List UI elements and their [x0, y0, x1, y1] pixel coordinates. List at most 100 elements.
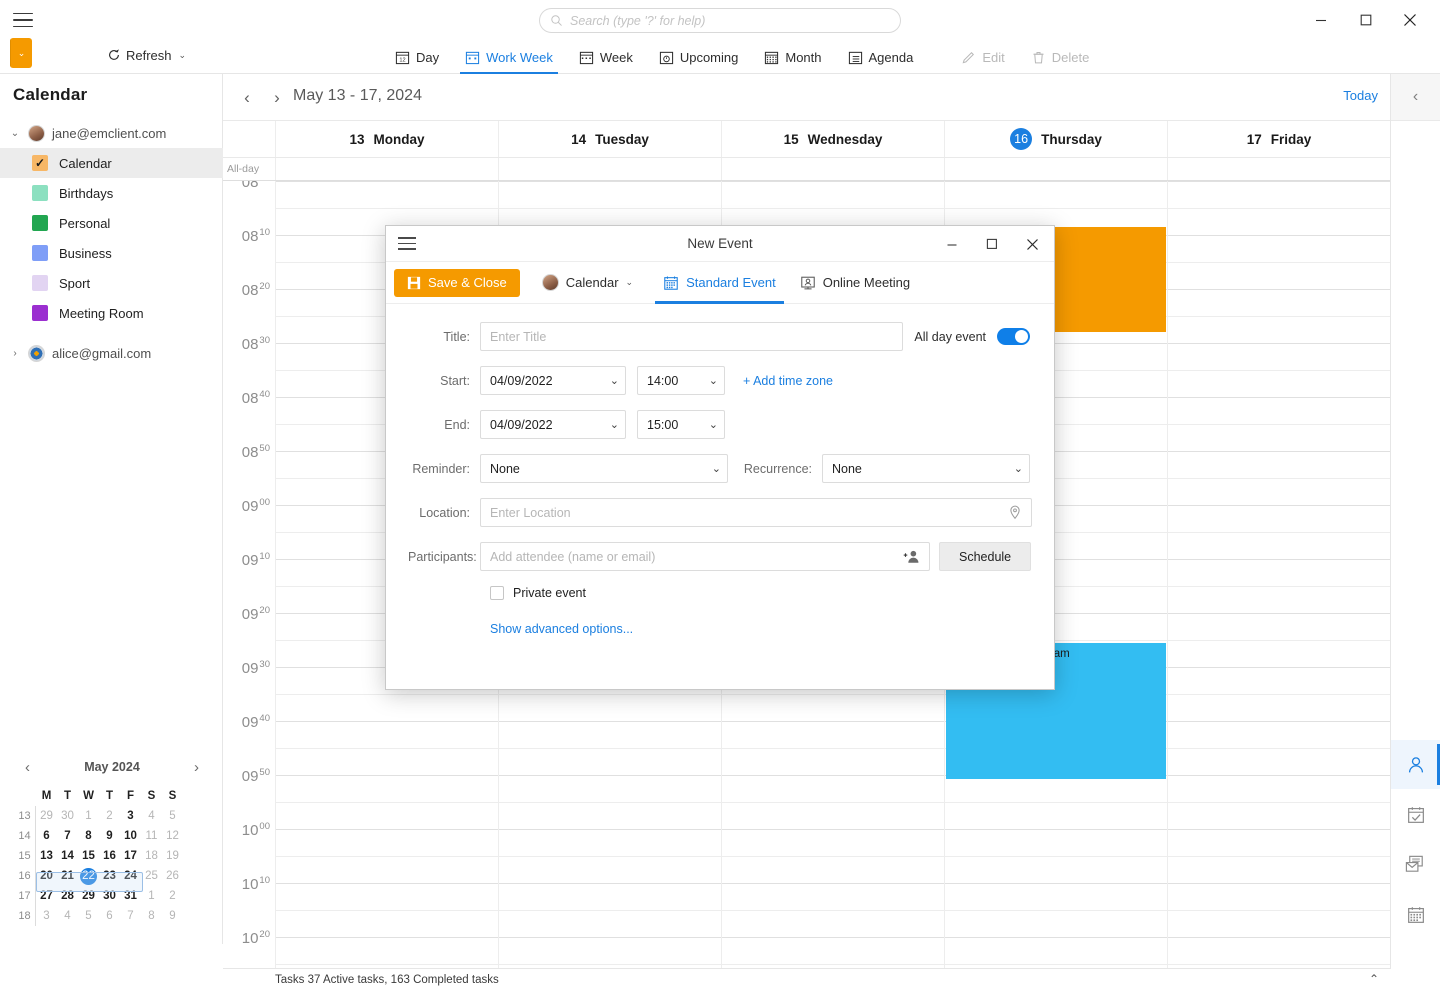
- mini-day[interactable]: 1: [141, 886, 162, 906]
- status-expand-icon[interactable]: ⌃: [1369, 972, 1379, 986]
- mini-day[interactable]: 23: [99, 866, 120, 886]
- dialog-minimize-button[interactable]: [932, 226, 972, 262]
- all-day-cell-wednesday[interactable]: [721, 158, 944, 180]
- mini-day[interactable]: 3: [120, 806, 141, 826]
- start-date-select[interactable]: 04/09/2022 ⌄: [480, 366, 626, 395]
- mini-day[interactable]: 16: [99, 846, 120, 866]
- mini-calendar-prev[interactable]: ‹: [18, 759, 37, 776]
- mini-day[interactable]: 6: [99, 906, 120, 926]
- all-day-cell-tuesday[interactable]: [498, 158, 721, 180]
- dialog-maximize-button[interactable]: [972, 226, 1012, 262]
- recurrence-select[interactable]: None ⌄: [822, 454, 1030, 483]
- mini-day[interactable]: 27: [36, 886, 57, 906]
- mini-day[interactable]: 3: [36, 906, 57, 926]
- sidebar-item-calendar[interactable]: ✓ Calendar: [0, 148, 223, 178]
- search-input[interactable]: Search (type '?' for help): [539, 8, 901, 33]
- tab-agenda[interactable]: Agenda: [835, 40, 927, 74]
- mini-day[interactable]: 14: [57, 846, 78, 866]
- mini-day[interactable]: 15: [78, 846, 99, 866]
- mini-day[interactable]: 20: [36, 866, 57, 886]
- show-advanced-options-link[interactable]: Show advanced options...: [408, 622, 1032, 636]
- sidebar-item-business[interactable]: Business: [0, 238, 223, 268]
- mini-calendar-next[interactable]: ›: [187, 759, 206, 776]
- mini-day[interactable]: 26: [162, 866, 183, 886]
- dialog-close-button[interactable]: [1012, 226, 1052, 262]
- mini-day[interactable]: 6: [36, 826, 57, 846]
- end-date-select[interactable]: 04/09/2022 ⌄: [480, 410, 626, 439]
- reminder-select[interactable]: None ⌄: [480, 454, 728, 483]
- rail-calendar-panel[interactable]: [1391, 890, 1440, 939]
- all-day-cell-friday[interactable]: [1167, 158, 1390, 180]
- tab-upcoming[interactable]: Upcoming: [646, 40, 752, 74]
- rail-tasks-panel[interactable]: [1391, 790, 1440, 839]
- day-header-tuesday[interactable]: 14 Tuesday: [498, 121, 721, 157]
- private-event-checkbox[interactable]: [490, 586, 504, 600]
- mini-day[interactable]: 8: [78, 826, 99, 846]
- all-day-cell-monday[interactable]: [275, 158, 498, 180]
- end-time-select[interactable]: 15:00 ⌄: [637, 410, 725, 439]
- mini-day-today[interactable]: 22: [78, 866, 99, 886]
- mini-day[interactable]: 12: [162, 826, 183, 846]
- mini-day[interactable]: 7: [120, 906, 141, 926]
- today-button[interactable]: Today: [1343, 88, 1378, 103]
- sidebar-item-birthdays[interactable]: Birthdays: [0, 178, 223, 208]
- day-header-monday[interactable]: 13 Monday: [275, 121, 498, 157]
- window-close-button[interactable]: [1387, 0, 1432, 40]
- tab-online-meeting[interactable]: Online Meeting: [788, 262, 922, 304]
- mini-day[interactable]: 21: [57, 866, 78, 886]
- mini-day[interactable]: 2: [99, 806, 120, 826]
- account-jane[interactable]: ⌄ jane@emclient.com: [0, 121, 223, 145]
- schedule-button[interactable]: Schedule: [939, 542, 1031, 571]
- all-day-cell-thursday[interactable]: [944, 158, 1167, 180]
- rail-contacts-panel[interactable]: [1391, 740, 1440, 789]
- new-button[interactable]: + New ⌄: [10, 38, 32, 68]
- mini-day[interactable]: 29: [78, 886, 99, 906]
- tab-standard-event[interactable]: Standard Event: [651, 262, 788, 304]
- new-button-dropdown[interactable]: ⌄: [10, 38, 32, 68]
- mini-day[interactable]: 5: [162, 806, 183, 826]
- window-minimize-button[interactable]: [1298, 0, 1343, 40]
- main-menu-icon[interactable]: [10, 8, 36, 32]
- day-column-friday[interactable]: [1167, 181, 1390, 968]
- day-header-thursday[interactable]: 16 Thursday: [944, 121, 1167, 157]
- mini-day[interactable]: 4: [141, 806, 162, 826]
- sidebar-item-sport[interactable]: Sport: [0, 268, 223, 298]
- mini-day[interactable]: 29: [36, 806, 57, 826]
- mini-day[interactable]: 2: [162, 886, 183, 906]
- refresh-button[interactable]: Refresh ⌄: [103, 44, 190, 66]
- mini-day[interactable]: 30: [99, 886, 120, 906]
- mini-day[interactable]: 9: [99, 826, 120, 846]
- prev-period-button[interactable]: ‹: [235, 86, 259, 110]
- account-alice[interactable]: › alice@gmail.com: [0, 341, 223, 365]
- mini-day[interactable]: 25: [141, 866, 162, 886]
- day-header-wednesday[interactable]: 15 Wednesday: [721, 121, 944, 157]
- tab-day[interactable]: 12 Day: [382, 40, 452, 74]
- sidebar-item-meeting-room[interactable]: Meeting Room: [0, 298, 223, 328]
- mini-day[interactable]: 18: [141, 846, 162, 866]
- next-period-button[interactable]: ›: [265, 86, 289, 110]
- add-time-zone-link[interactable]: + Add time zone: [743, 374, 833, 388]
- sidebar-item-personal[interactable]: Personal: [0, 208, 223, 238]
- mini-day[interactable]: 19: [162, 846, 183, 866]
- tab-week[interactable]: Week: [566, 40, 646, 74]
- mini-day[interactable]: 11: [141, 826, 162, 846]
- location-input[interactable]: Enter Location: [480, 498, 1032, 527]
- mini-day[interactable]: 10: [120, 826, 141, 846]
- tab-work-week[interactable]: Work Week: [452, 40, 566, 74]
- rail-mail-panel[interactable]: [1391, 840, 1440, 889]
- collapse-panel-button[interactable]: ‹: [1391, 74, 1440, 121]
- mini-day[interactable]: 5: [78, 906, 99, 926]
- start-time-select[interactable]: 14:00 ⌄: [637, 366, 725, 395]
- mini-day[interactable]: 7: [57, 826, 78, 846]
- tab-month[interactable]: Month: [751, 40, 834, 74]
- mini-day[interactable]: 30: [57, 806, 78, 826]
- calendar-picker-button[interactable]: Calendar ⌄: [532, 268, 643, 298]
- mini-day[interactable]: 28: [57, 886, 78, 906]
- all-day-event-toggle[interactable]: [997, 328, 1030, 345]
- title-input[interactable]: Enter Title: [480, 322, 903, 351]
- mini-day[interactable]: 8: [141, 906, 162, 926]
- mini-day[interactable]: 24: [120, 866, 141, 886]
- save-and-close-button[interactable]: Save & Close: [394, 269, 520, 297]
- window-maximize-button[interactable]: [1343, 0, 1388, 40]
- participants-input[interactable]: Add attendee (name or email): [480, 542, 930, 571]
